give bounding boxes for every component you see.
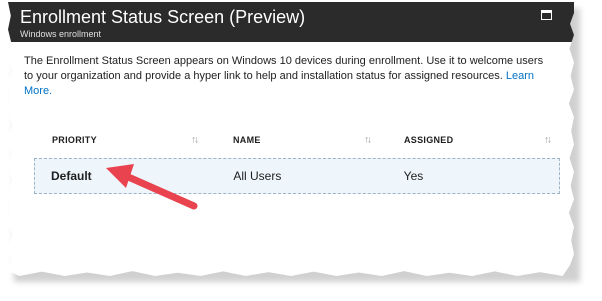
description-text: The Enrollment Status Screen appears on … <box>24 54 554 99</box>
grid-header-row: PRIORITY ↑↓ NAME ↑↓ ASSIGNED ↑↓ <box>34 127 560 153</box>
sort-arrows-icon[interactable]: ↑↓ <box>544 135 552 146</box>
column-header-name[interactable]: NAME ↑↓ <box>207 135 380 146</box>
column-header-label: PRIORITY <box>52 135 97 145</box>
blade-panel: Enrollment Status Screen (Preview) Windo… <box>8 2 574 276</box>
sort-arrows-icon[interactable]: ↑↓ <box>364 135 372 146</box>
blade-header: Enrollment Status Screen (Preview) Windo… <box>8 2 574 42</box>
annotation-arrow-icon <box>106 164 198 210</box>
arrow-shaft <box>122 172 198 210</box>
arrow-head <box>106 164 134 188</box>
column-header-label: NAME <box>233 135 261 145</box>
column-header-assigned[interactable]: ASSIGNED ↑↓ <box>380 135 560 146</box>
description-body: The Enrollment Status Screen appears on … <box>24 55 544 82</box>
column-header-label: ASSIGNED <box>404 135 454 145</box>
blade-subtitle: Windows enrollment <box>20 29 102 39</box>
column-header-priority[interactable]: PRIORITY ↑↓ <box>34 135 207 146</box>
maximize-icon[interactable] <box>541 10 552 20</box>
cell-assigned: Yes <box>403 169 424 183</box>
blade-title: Enrollment Status Screen (Preview) <box>20 7 306 27</box>
cell-name: All Users <box>233 169 282 183</box>
sort-arrows-icon[interactable]: ↑↓ <box>191 135 199 146</box>
screenshot-frame: Enrollment Status Screen (Preview) Windo… <box>0 0 602 301</box>
